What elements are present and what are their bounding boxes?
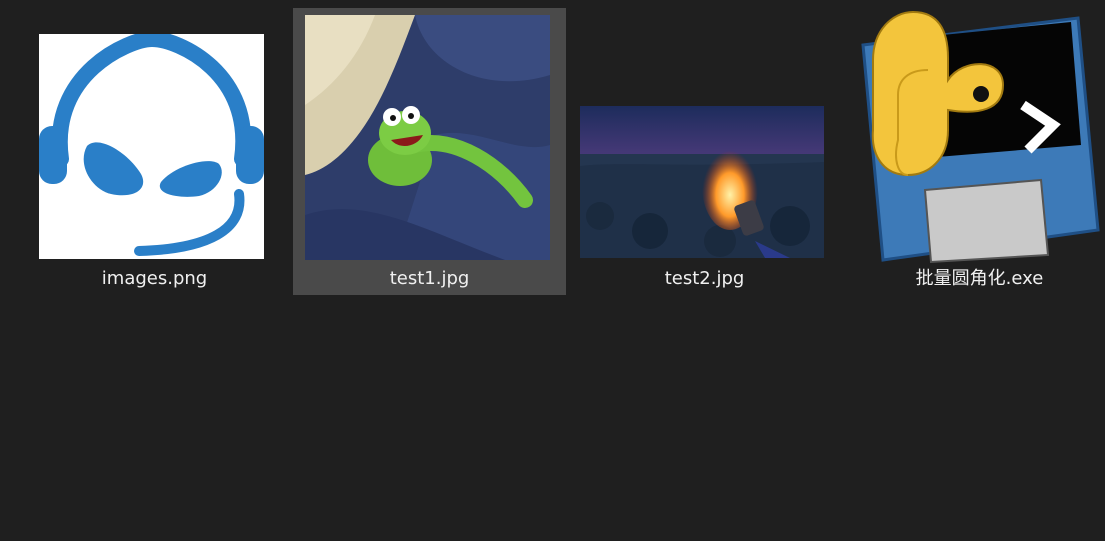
file-grid: images.png test1.jpg test2.jpg 批量圆角化.exe (0, 0, 1105, 541)
file-item-images-png[interactable]: images.png (18, 8, 291, 295)
python-floppy-icon (853, 10, 1103, 265)
teamviewer-headset-icon (39, 34, 264, 259)
file-name-label: test2.jpg (664, 268, 745, 289)
file-name-label: images.png (101, 268, 208, 289)
file-item-test1-jpg[interactable]: test1.jpg (293, 8, 566, 295)
file-name-label: test1.jpg (389, 268, 470, 289)
file-item-test2-jpg[interactable]: test2.jpg (568, 8, 841, 295)
file-name-label: 批量圆角化.exe (915, 268, 1044, 289)
kermit-photo-thumbnail (305, 15, 550, 260)
desert-sunset-gun-thumbnail (580, 106, 824, 258)
file-item-exe[interactable]: 批量圆角化.exe (843, 8, 1105, 295)
